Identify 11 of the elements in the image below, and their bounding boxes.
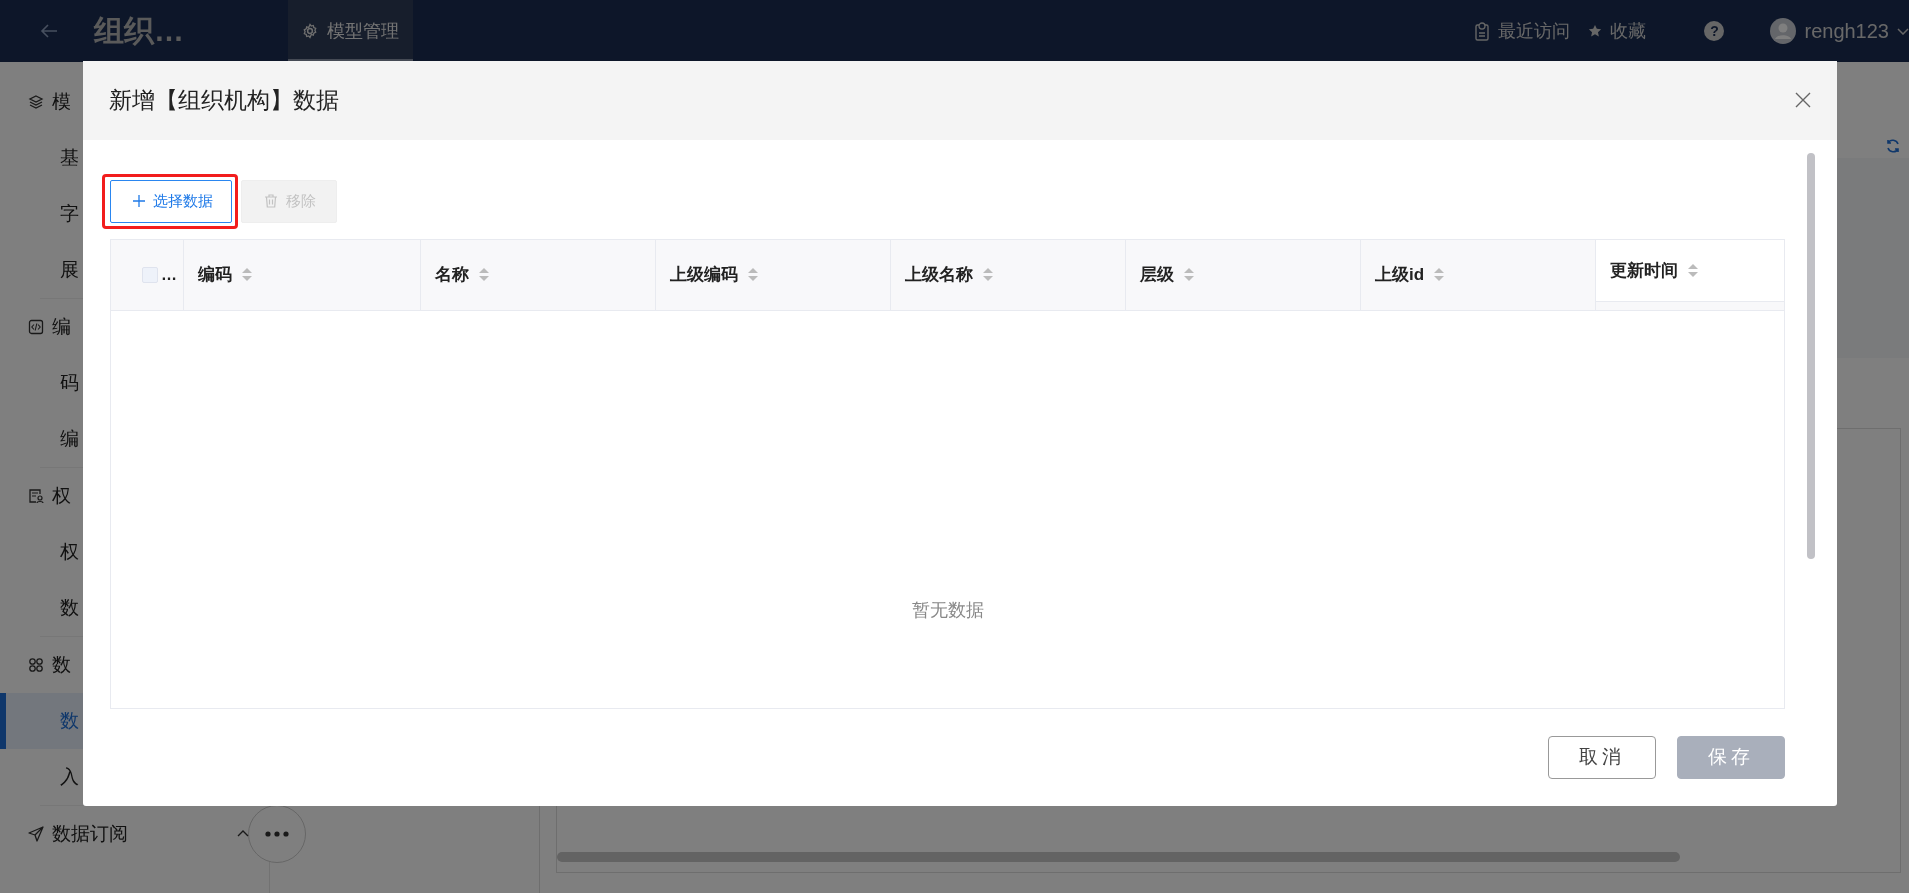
dialog-title: 新增【组织机构】数据 bbox=[109, 85, 339, 115]
column-title: 名称 bbox=[435, 264, 469, 287]
empty-text: 暂无数据 bbox=[911, 598, 984, 622]
column-title: 上级编码 bbox=[670, 264, 738, 287]
app-title: 组织… bbox=[94, 12, 185, 49]
column-title: 编码 bbox=[198, 264, 232, 287]
ellipsis-text: … bbox=[161, 265, 177, 284]
column-title: 层级 bbox=[1140, 264, 1174, 287]
column-title: 上级id bbox=[1375, 264, 1425, 287]
column-title: 更新时间 bbox=[1610, 259, 1678, 282]
column-title: 上级名称 bbox=[905, 264, 973, 287]
